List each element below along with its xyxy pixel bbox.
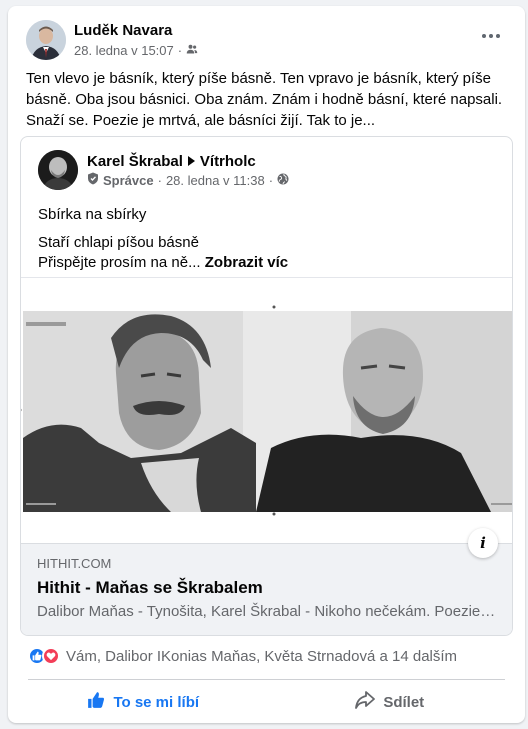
meta-separator: · [157,172,162,188]
link-preview-image [21,278,512,543]
like-button[interactable]: To se mi líbí [20,684,267,720]
like-label: To se mi líbí [113,693,200,711]
shared-time[interactable]: 28. ledna v 11:38 [166,173,265,188]
admin-shield-icon [87,172,99,188]
share-arrow-icon [355,691,376,713]
see-more-link[interactable]: Zobrazit víc [205,254,288,271]
shared-author-name[interactable]: Karel Škrabal [87,152,183,171]
author-name[interactable]: Luděk Navara [74,21,198,40]
post-text-line: básně. Oba jsou básnici. Oba znám. Znám … [26,91,503,108]
shared-author-photo [38,150,78,190]
caret-right-icon [187,152,196,171]
shared-meta: Správce · 28. ledna v 11:38 · [87,172,289,188]
author-photo [26,20,66,60]
shared-text: Sbírka na sbírky Staří chlapi píšou básn… [38,205,288,273]
more-dot-icon [489,34,493,38]
post-text-line: Ten vlevo je básník, který píše básně. T… [26,70,491,87]
link-title[interactable]: Hithit - Maňas se Škrabalem [37,577,496,599]
shared-author-info: Karel Škrabal Vítrholc Správce · 28. led… [87,152,289,190]
shared-text-tail: Přispějte prosím na ně... Zobrazit víc [38,253,288,273]
shared-author-line: Karel Škrabal Vítrholc [87,152,289,171]
info-icon[interactable]: i [468,528,498,558]
shared-text-line: Staří chlapi píšou básně [38,234,199,251]
shared-group-name[interactable]: Vítrholc [200,152,256,171]
admin-role: Správce [103,172,154,188]
shared-post[interactable]: Karel Škrabal Vítrholc Správce · 28. led… [20,136,513,636]
link-image-area[interactable] [21,277,512,543]
meta-separator: · [268,172,274,188]
post-time[interactable]: 28. ledna v 15:07 [74,42,174,59]
post-card: Luděk Navara 28. ledna v 15:07 · Ten vle… [8,6,525,723]
link-preview-bar[interactable]: i HITHIT.COM Hithit - Maňas se Škrabalem… [21,528,512,635]
meta-separator: · [177,43,183,58]
globe-icon [277,173,289,188]
thumbs-up-icon [87,691,105,713]
more-dot-icon [496,34,500,38]
shared-author-avatar[interactable] [38,150,78,190]
author-avatar[interactable] [26,20,66,60]
more-options-button[interactable] [477,26,505,46]
post-meta: 28. ledna v 15:07 · [74,42,198,59]
reaction-icons [28,647,60,665]
shared-text-line: Sbírka na sbírky [38,206,147,223]
friends-icon [186,42,198,59]
share-button[interactable]: Sdílet [267,684,514,720]
link-domain: HITHIT.COM [37,556,112,571]
action-bar: To se mi líbí Sdílet [20,684,513,720]
post-text: Ten vlevo je básník, který píše básně. T… [26,68,516,131]
actions-divider [28,679,505,680]
reactions-row[interactable]: Vám, Dalibor IKonias Maňas, Květa Strnad… [28,647,457,665]
more-dot-icon [482,34,486,38]
post-header: Luděk Navara 28. ledna v 15:07 · [26,20,198,60]
reactions-summary[interactable]: Vám, Dalibor IKonias Maňas, Květa Strnad… [66,648,457,665]
post-text-line: Snaží se. Poezie je mrtvá, ale básníci ž… [26,112,376,129]
share-label: Sdílet [383,693,425,711]
shared-header: Karel Škrabal Vítrholc Správce · 28. led… [38,150,289,190]
link-description: Dalibor Maňas - Tynošita, Karel Škrabal … [37,603,497,620]
author-block: Luděk Navara 28. ledna v 15:07 · [74,21,198,59]
love-reaction-icon [42,647,60,665]
shared-text-line: Přispějte prosím na ně... [38,254,201,271]
